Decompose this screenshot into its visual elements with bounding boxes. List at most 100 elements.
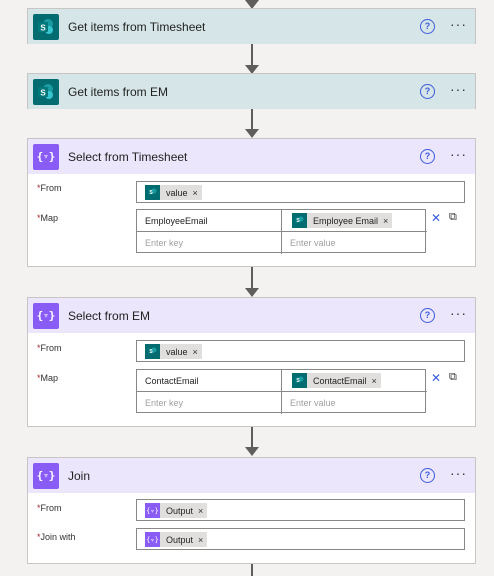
map-key-input[interactable]: ContactEmail — [137, 370, 282, 392]
action-card-select-em[interactable]: {▿} Select from EM ? ··· *From S value ×… — [27, 297, 476, 427]
from-label-text: From — [40, 343, 62, 353]
arrow-icon — [245, 129, 259, 138]
card-header[interactable]: {▿} Join ? ··· — [28, 458, 475, 493]
dynamic-token[interactable]: S Employee Email × — [292, 213, 393, 228]
remove-token-button[interactable]: × — [193, 347, 198, 357]
card-title: Select from Timesheet — [68, 149, 188, 164]
dynamic-token[interactable]: S value × — [145, 185, 202, 200]
help-icon[interactable]: ? — [420, 19, 435, 34]
map-key-text: EmployeeEmail — [145, 216, 208, 226]
from-field[interactable]: S value × — [136, 340, 465, 362]
from-label: *From — [37, 503, 62, 513]
data-operation-icon: {▿} — [33, 462, 59, 489]
delete-icon[interactable]: ✕ — [431, 371, 441, 385]
help-icon[interactable]: ? — [420, 149, 435, 164]
data-operation-icon: {▿} — [33, 143, 59, 170]
switch-map-icon[interactable]: ⧉ — [449, 371, 457, 384]
from-label-text: From — [40, 183, 62, 193]
dynamic-token[interactable]: {▿} Output × — [145, 532, 208, 547]
key-placeholder: Enter key — [145, 398, 184, 408]
value-placeholder: Enter value — [290, 398, 336, 408]
map-key-text: ContactEmail — [145, 376, 199, 386]
data-operation-icon: {▿} — [145, 532, 160, 547]
value-placeholder: Enter value — [290, 238, 336, 248]
connector — [251, 108, 253, 131]
from-label: *From — [37, 183, 62, 193]
token-label: Output — [166, 534, 194, 545]
arrow-icon — [245, 288, 259, 297]
help-icon[interactable]: ? — [420, 468, 435, 483]
card-header[interactable]: S Get items from Timesheet ? ··· — [28, 9, 475, 44]
connector — [251, 267, 253, 290]
remove-token-button[interactable]: × — [372, 376, 377, 386]
sharepoint-icon: S — [292, 213, 307, 228]
map-label: *Map — [37, 373, 58, 383]
data-operation-icon: {▿} — [33, 302, 59, 329]
more-options-button[interactable]: ··· — [450, 146, 467, 162]
sharepoint-icon: S — [145, 185, 160, 200]
map-label-text: Map — [40, 373, 59, 383]
token-label: Employee Email — [313, 215, 379, 226]
remove-token-button[interactable]: × — [198, 506, 203, 516]
sharepoint-icon: S — [145, 344, 160, 359]
dynamic-token[interactable]: S value × — [145, 344, 202, 359]
map-key-input-empty[interactable]: Enter key — [137, 232, 282, 254]
map-key-input[interactable]: EmployeeEmail — [137, 210, 282, 232]
map-key-input-empty[interactable]: Enter key — [137, 392, 282, 414]
from-field[interactable]: S value × — [136, 181, 465, 203]
help-icon[interactable]: ? — [420, 84, 435, 99]
action-card-get-items-em[interactable]: S Get items from EM ? ··· — [27, 73, 476, 109]
sharepoint-icon: S — [33, 13, 59, 40]
map-value-input-empty[interactable]: Enter value — [282, 392, 427, 414]
sharepoint-icon: S — [33, 78, 59, 105]
join-with-label: *Join with — [37, 532, 76, 542]
key-placeholder: Enter key — [145, 238, 184, 248]
map-value-input[interactable]: S ContactEmail × — [282, 370, 427, 392]
svg-text:S: S — [40, 23, 46, 32]
action-card-select-timesheet[interactable]: {▿} Select from Timesheet ? ··· *From S … — [27, 138, 476, 267]
action-card-get-items-timesheet[interactable]: S Get items from Timesheet ? ··· — [27, 8, 476, 44]
switch-map-icon[interactable]: ⧉ — [449, 211, 457, 224]
card-header[interactable]: {▿} Select from Timesheet ? ··· — [28, 139, 475, 174]
map-label: *Map — [37, 213, 58, 223]
token-label: Output — [166, 505, 194, 516]
card-header[interactable]: S Get items from EM ? ··· — [28, 74, 475, 109]
data-operation-icon: {▿} — [145, 503, 160, 518]
arrow-icon — [245, 447, 259, 456]
dynamic-token[interactable]: S ContactEmail × — [292, 373, 381, 388]
token-label: ContactEmail — [313, 375, 367, 386]
join-with-field[interactable]: {▿} Output × — [136, 528, 465, 550]
remove-token-button[interactable]: × — [198, 535, 203, 545]
more-options-button[interactable]: ··· — [450, 81, 467, 97]
more-options-button[interactable]: ··· — [450, 305, 467, 321]
token-label: value — [166, 187, 188, 198]
delete-icon[interactable]: ✕ — [431, 211, 441, 225]
more-options-button[interactable]: ··· — [450, 16, 467, 32]
connector — [251, 427, 253, 449]
map-value-input[interactable]: S Employee Email × — [282, 210, 427, 232]
sharepoint-icon: S — [292, 373, 307, 388]
card-header[interactable]: {▿} Select from EM ? ··· — [28, 298, 475, 333]
map-label-text: Map — [40, 213, 59, 223]
more-options-button[interactable]: ··· — [450, 465, 467, 481]
from-label: *From — [37, 343, 62, 353]
from-label-text: From — [40, 503, 62, 513]
map-table: EmployeeEmail S Employee Email × Enter k… — [136, 209, 427, 254]
card-title: Get items from EM — [68, 84, 169, 99]
dynamic-token[interactable]: {▿} Output × — [145, 503, 208, 518]
card-title: Select from EM — [68, 308, 151, 323]
svg-text:S: S — [40, 88, 46, 97]
connector — [251, 44, 253, 67]
from-field[interactable]: {▿} Output × — [136, 499, 465, 521]
join-with-label-text: Join with — [40, 532, 76, 542]
map-table: ContactEmail S ContactEmail × Enter key … — [136, 369, 427, 414]
action-card-join[interactable]: {▿} Join ? ··· *From {▿} Output × *Join … — [27, 457, 476, 564]
map-value-input-empty[interactable]: Enter value — [282, 232, 427, 254]
card-title: Join — [68, 468, 91, 483]
connector-bottom — [251, 564, 253, 576]
remove-token-button[interactable]: × — [383, 216, 388, 226]
remove-token-button[interactable]: × — [193, 188, 198, 198]
token-label: value — [166, 346, 188, 357]
help-icon[interactable]: ? — [420, 308, 435, 323]
card-title: Get items from Timesheet — [68, 19, 206, 34]
